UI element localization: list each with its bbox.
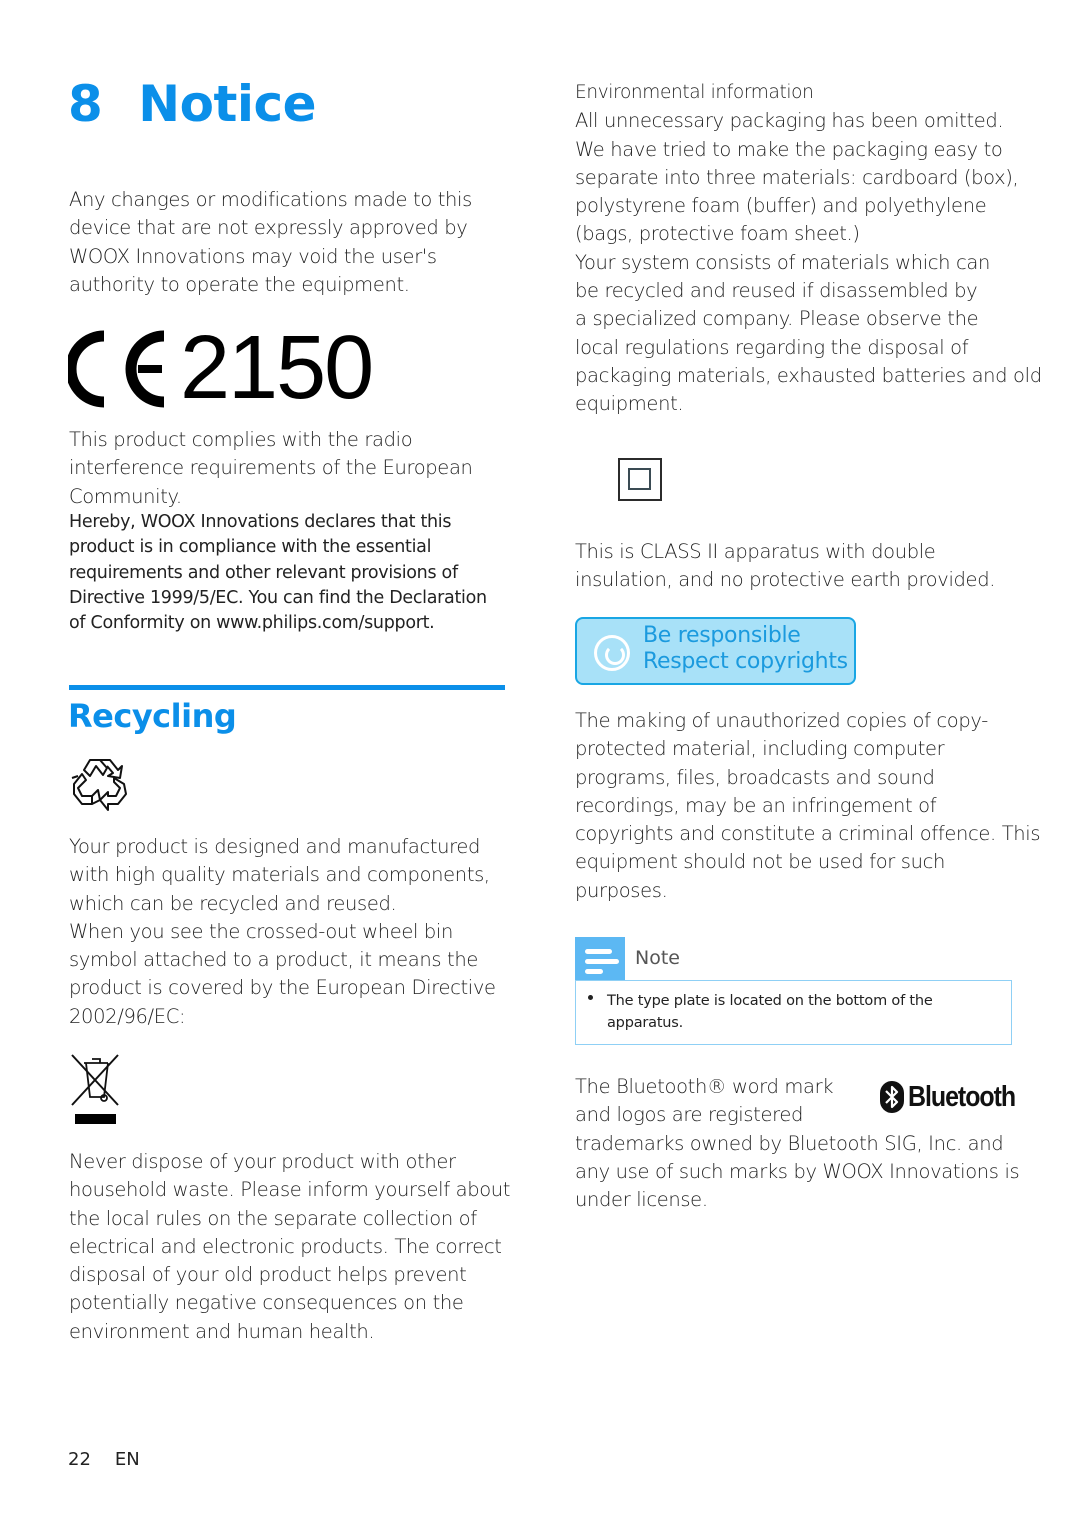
section-divider [69,685,505,690]
declaration-paragraph: Hereby, WOOX Innovations declares that t… [69,510,487,636]
text-line: of Conformity on www.philips.com/support… [69,613,435,634]
text-line: equipment. [575,392,684,416]
bullet-icon [588,995,593,1000]
text-line: which can be recycled and reused. [69,891,397,915]
class-ii-paragraph: This is CLASS II apparatus with double i… [575,538,995,595]
text-line: We have tried to make the packaging easy… [575,137,1003,161]
ce-mark-icon [65,330,165,408]
text-line: 2002/96/EC: [69,1004,186,1028]
text-line: programs, files, broadcasts and sound [575,765,935,789]
page-number: 22 [68,1449,91,1470]
text-line: a specialized company. Please observe th… [575,307,979,331]
smile-ring-icon [594,635,630,671]
text-line: device that are not expressly approved b… [69,216,468,240]
text-line: separate into three materials: cardboard… [575,165,1019,189]
recycling-paragraph-1: Your product is designed and manufacture… [69,833,496,1031]
text-line: Your system consists of materials which … [575,250,990,274]
ce-mark: 2150 [65,320,374,416]
text-line: household waste. Please inform yourself … [69,1178,511,1202]
modifications-paragraph: Any changes or modifications made to thi… [69,186,472,299]
note-icon [575,937,625,980]
text-line: product is in compliance with the essent… [69,537,432,558]
text-line: potentially negative consequences on the [69,1291,464,1315]
text-line: packaging materials, exhausted batteries… [575,363,1042,387]
text-line: The type plate is located on the bottom … [607,993,933,1009]
text-line: interference requirements of the Europea… [69,456,473,480]
text-line: requirements and other relevant provisio… [69,562,458,583]
text-line: any use of such marks by WOOX Innovation… [575,1159,1020,1183]
crossed-out-wheelie-bin-icon [70,1053,122,1129]
text-line: apparatus. [607,1015,684,1031]
recycle-icon [70,754,130,812]
text-line: This product complies with the radio [69,428,413,451]
text-line: the local rules on the separate collecti… [69,1206,477,1230]
chapter-number: 8 [68,75,103,133]
chapter-title: Notice [138,75,317,133]
text-line: symbol attached to a product, it means t… [69,948,479,972]
text-line: copyrights and constitute a criminal off… [575,822,1041,846]
environmental-heading: Environmental information [575,82,814,103]
text-line: disposal of your old product helps preve… [69,1263,467,1287]
text-line: Your product is designed and manufacture… [69,835,481,858]
text-line: Community. [69,484,182,508]
compliance-paragraph: This product complies with the radio int… [69,426,473,511]
text-line: Hereby, WOOX Innovations declares that t… [69,512,452,532]
text-line: protected material, including computer [575,737,945,761]
banner-line: Respect copyrights [643,649,848,674]
text-line: purposes. [575,878,668,902]
banner-line: Be responsible [643,623,801,648]
ce-notified-body-number: 2150 [180,318,374,418]
text-line: Any changes or modifications made to thi… [69,188,472,211]
text-line: local regulations regarding the disposal… [575,335,969,359]
disposal-paragraph: Never dispose of your product with other… [69,1148,510,1346]
class-ii-double-insulation-icon [618,458,662,501]
text-line: Never dispose of your product with other [69,1150,456,1173]
text-line: and logos are registered [575,1103,804,1127]
text-line: with high quality materials and componen… [69,863,490,887]
text-line: trademarks owned by Bluetooth SIG, Inc. … [575,1131,1004,1155]
copyright-paragraph: The making of unauthorized copies of cop… [575,707,1041,905]
text-line: All unnecessary packaging has been omitt… [575,109,1004,133]
text-line: product is covered by the European Direc… [69,976,496,1000]
text-line: WOOX Innovations may void the user's [69,244,437,268]
text-line: insulation, and no protective earth prov… [575,568,996,592]
page-title: 8 Notice [68,72,317,136]
note-box: The type plate is located on the bottom … [575,980,1012,1045]
text-line: authority to operate the equipment. [69,272,410,296]
text-line: This is CLASS II apparatus with double [575,540,936,563]
text-line: environment and human health. [69,1319,375,1343]
bluetooth-paragraph: The Bluetooth® word mark and logos are r… [575,1073,1020,1214]
text-line: equipment should not be used for such [575,850,945,874]
page-footer: 22 EN [68,1448,140,1472]
note-title: Note [635,947,680,969]
text-line: (bags, protective foam sheet.) [575,222,860,246]
text-line: The Bluetooth® word mark [575,1075,834,1098]
recycling-heading: Recycling [68,697,237,735]
text-line: The making of unauthorized copies of cop… [575,709,988,732]
text-line: electrical and electronic products. The … [69,1234,502,1258]
text-line: Directive 1999/5/EC. You can find the De… [69,587,487,608]
banner-text: Be responsible Respect copyrights [643,623,848,675]
text-line: polystyrene foam (buffer) and polyethyle… [575,194,987,218]
respect-copyrights-banner: Be responsible Respect copyrights [575,617,856,685]
text-line: recordings, may be an infringement of [575,793,937,817]
note-text: The type plate is located on the bottom … [607,990,933,1034]
text-line: When you see the crossed-out wheel bin [69,919,454,943]
text-line: under license. [575,1188,708,1212]
environmental-section: Environmental information All unnecessar… [575,79,1042,419]
text-line: be recycled and reused if disassembled b… [575,279,978,303]
language-code: EN [114,1449,140,1470]
